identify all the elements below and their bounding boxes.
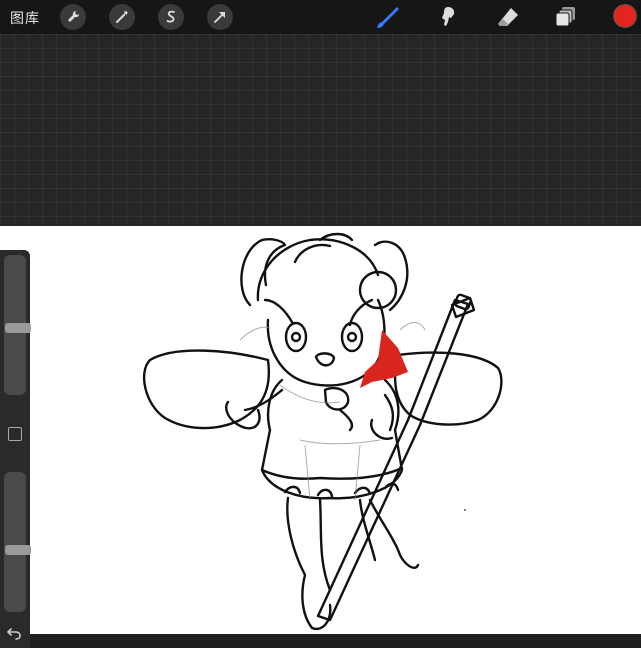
- selection-button[interactable]: [158, 4, 184, 30]
- selection-s-icon: [166, 10, 175, 23]
- arrow-icon: [214, 12, 225, 23]
- brush-button[interactable]: [374, 3, 402, 31]
- layers-icon: [555, 7, 575, 27]
- transform-button[interactable]: [207, 4, 233, 30]
- undo-button[interactable]: [6, 626, 24, 640]
- bottom-strip: [0, 634, 641, 648]
- sidebar: [0, 250, 31, 648]
- smudge-icon: [442, 7, 455, 26]
- character-lineart: [142, 232, 503, 631]
- gallery-button[interactable]: 图库: [10, 8, 40, 28]
- magic-wand-icon: [116, 10, 129, 23]
- layers-button[interactable]: [552, 3, 580, 31]
- color-picker-button[interactable]: [613, 4, 637, 28]
- opacity-thumb[interactable]: [5, 545, 31, 555]
- modify-button[interactable]: [8, 427, 22, 441]
- undo-icon: [6, 628, 21, 640]
- red-fill-region: [360, 330, 408, 388]
- eraser-button[interactable]: [494, 3, 522, 31]
- wrench-icon: [68, 10, 80, 22]
- opacity-slider[interactable]: [4, 472, 31, 612]
- adjustments-button[interactable]: [109, 4, 135, 30]
- workspace-background: [0, 34, 641, 226]
- drawing-canvas[interactable]: [0, 226, 641, 634]
- brush-size-slider[interactable]: [4, 255, 31, 395]
- brush-icon: [377, 7, 399, 28]
- top-toolbar: 图库: [0, 0, 641, 34]
- actions-button[interactable]: [60, 4, 86, 30]
- eraser-icon: [498, 8, 518, 26]
- smudge-button[interactable]: [434, 3, 462, 31]
- brush-size-thumb[interactable]: [5, 323, 31, 333]
